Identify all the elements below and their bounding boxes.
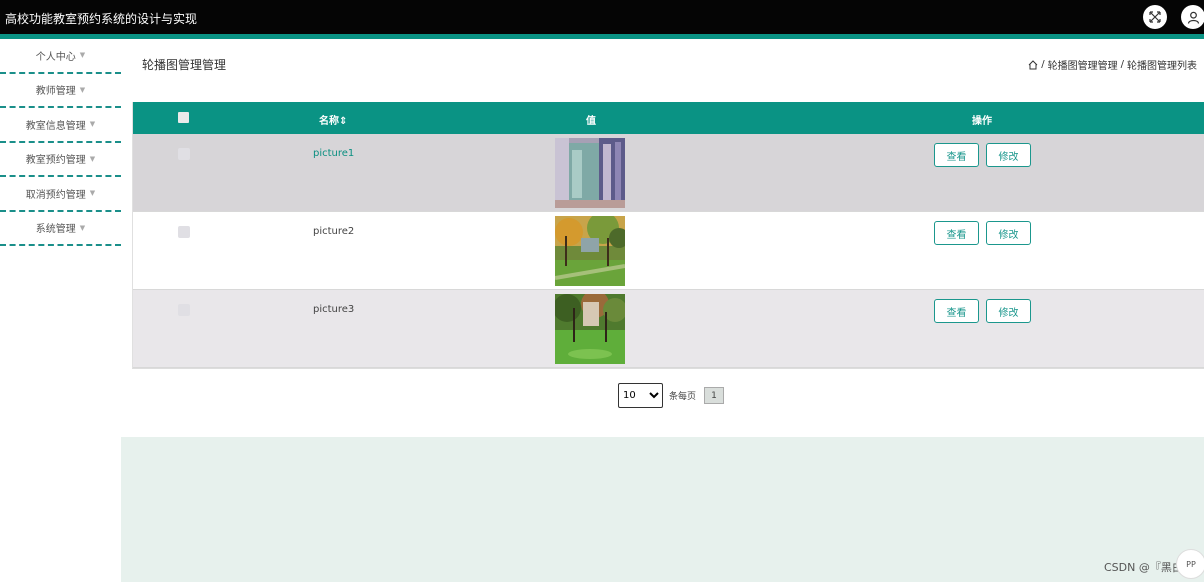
caret-down-icon: ▼	[79, 85, 86, 94]
column-header-label: 名称	[319, 116, 339, 127]
breadcrumb-item[interactable]: 轮播图管理列表	[1127, 57, 1197, 72]
caret-down-icon: ▼	[79, 51, 86, 60]
sidebar-item-personal-center[interactable]: 个人中心 ▼	[0, 39, 121, 74]
view-button[interactable]: 查看	[934, 299, 979, 323]
sidebar-item-label: 教师管理	[35, 86, 76, 98]
view-button[interactable]: 查看	[934, 143, 979, 167]
app-title: 高校功能教室预约系统的设计与实现	[5, 12, 198, 26]
row-actions: 查看 修改	[934, 299, 1031, 323]
caret-down-icon: ▼	[89, 120, 96, 129]
data-table: 名称⇕ 值 操作 picture1 查看 修改 picture2 查看 修改 p…	[132, 102, 1204, 369]
row-name: picture3	[313, 304, 355, 315]
breadcrumb-separator: /	[1120, 59, 1124, 70]
sidebar-item-label: 教室信息管理	[25, 120, 86, 132]
per-page-label: 条每页	[669, 392, 697, 402]
caret-down-icon: ▼	[89, 154, 96, 163]
edit-button[interactable]: 修改	[986, 143, 1031, 167]
home-icon[interactable]	[1028, 59, 1038, 70]
sidebar-item-label: 取消预约管理	[25, 189, 86, 201]
breadcrumb-separator: /	[1041, 59, 1045, 70]
row-actions: 查看 修改	[934, 221, 1031, 245]
column-header-actions: 操作	[972, 116, 992, 127]
sidebar: 个人中心 ▼ 教师管理 ▼ 教室信息管理 ▼ 教室预约管理 ▼ 取消预约管理 ▼ 系统管理…	[0, 39, 121, 246]
sidebar-item-reservation[interactable]: 教室预约管理 ▼	[0, 143, 121, 177]
sidebar-item-label: 个人中心	[35, 51, 76, 63]
table-row: picture1 查看 修改	[133, 134, 1204, 212]
sidebar-item-cancel-reservation[interactable]: 取消预约管理 ▼	[0, 177, 121, 212]
pagination: 10 条每页 1	[618, 383, 725, 408]
footer-area	[121, 437, 1204, 582]
sidebar-item-teacher-management[interactable]: 教师管理 ▼	[0, 74, 121, 108]
page-size-select[interactable]: 10	[618, 383, 663, 408]
top-bar: 高校功能教室预约系统的设计与实现	[0, 0, 1204, 34]
floating-chat-button[interactable]: PP	[1176, 549, 1204, 579]
row-checkbox[interactable]	[178, 148, 190, 160]
header-accent-line	[0, 34, 1204, 39]
table-header: 名称⇕ 值 操作	[133, 102, 1204, 134]
caret-down-icon: ▼	[79, 223, 86, 232]
edit-button[interactable]: 修改	[986, 299, 1031, 323]
sort-icon[interactable]: ⇕	[339, 116, 347, 127]
sidebar-item-label: 教室预约管理	[25, 155, 86, 167]
sidebar-item-label: 系统管理	[35, 224, 76, 236]
row-name: picture1	[313, 148, 355, 159]
fullscreen-button[interactable]	[1143, 5, 1167, 29]
caret-down-icon: ▼	[89, 189, 96, 198]
row-checkbox[interactable]	[178, 304, 190, 316]
breadcrumb: / 轮播图管理管理 / 轮播图管理列表	[1028, 57, 1197, 72]
column-header-name[interactable]: 名称⇕	[319, 112, 347, 127]
table-row: picture3 查看 修改	[133, 290, 1204, 368]
sidebar-item-classroom-info[interactable]: 教室信息管理 ▼	[0, 108, 121, 143]
carousel-image-thumbnail	[555, 216, 625, 286]
carousel-image-thumbnail	[555, 294, 625, 364]
table-row: picture2 查看 修改	[133, 212, 1204, 290]
page-number-button[interactable]: 1	[704, 387, 725, 404]
row-name: picture2	[313, 226, 355, 237]
column-header-value: 值	[586, 116, 596, 127]
view-button[interactable]: 查看	[934, 221, 979, 245]
page-title: 轮播图管理管理	[142, 58, 227, 72]
breadcrumb-item[interactable]: 轮播图管理管理	[1048, 57, 1118, 72]
user-icon	[1187, 11, 1199, 24]
select-all-checkbox[interactable]	[178, 112, 189, 123]
sidebar-item-system[interactable]: 系统管理 ▼	[0, 212, 121, 246]
expand-arrows-icon	[1149, 11, 1161, 23]
row-checkbox[interactable]	[178, 226, 190, 238]
row-actions: 查看 修改	[934, 143, 1031, 167]
carousel-image-thumbnail	[555, 138, 625, 208]
user-button[interactable]	[1181, 5, 1204, 29]
edit-button[interactable]: 修改	[986, 221, 1031, 245]
